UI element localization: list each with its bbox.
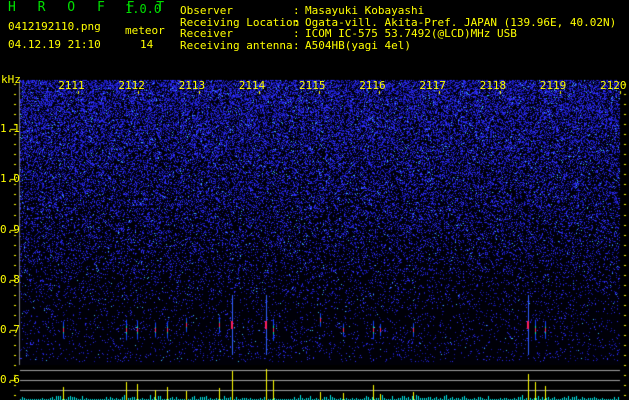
x-tick-label: 2113	[178, 79, 206, 92]
y-tick-label: 0.9	[0, 222, 20, 236]
y-tick-label: 0.7	[0, 323, 20, 336]
y-tick-label: 1.0	[0, 172, 20, 186]
info-label: Receiving antenna	[180, 38, 293, 52]
info-value: A504HB(yagi 4el)	[305, 38, 411, 52]
datetime: 04.12.19 21:10	[8, 38, 101, 51]
x-tick-label: 2119	[539, 79, 567, 92]
info-colon: :	[293, 38, 300, 52]
x-tick-label: 2112	[118, 79, 145, 92]
app-version: 1.0.0	[125, 2, 162, 16]
y-tick-label: 0.6	[0, 373, 20, 387]
x-tick-label: 2118	[479, 79, 507, 92]
meteor-label: meteor	[125, 24, 165, 37]
x-tick-label: 2116	[359, 79, 386, 92]
x-tick-label: 2117	[419, 79, 446, 92]
filename: 0412192110.png	[8, 20, 101, 33]
x-tick-label: 2115	[299, 79, 326, 92]
y-axis-unit: kHz	[1, 73, 21, 86]
x-tick-label: 2111	[58, 79, 85, 92]
y-tick-label: 0.8	[0, 272, 20, 286]
spectrogram-canvas	[0, 0, 629, 400]
y-tick-label: 1.1	[0, 122, 20, 136]
meteor-count: 14	[140, 38, 154, 51]
x-tick-label: 2120	[600, 79, 627, 92]
x-tick-label: 2114	[238, 79, 266, 92]
